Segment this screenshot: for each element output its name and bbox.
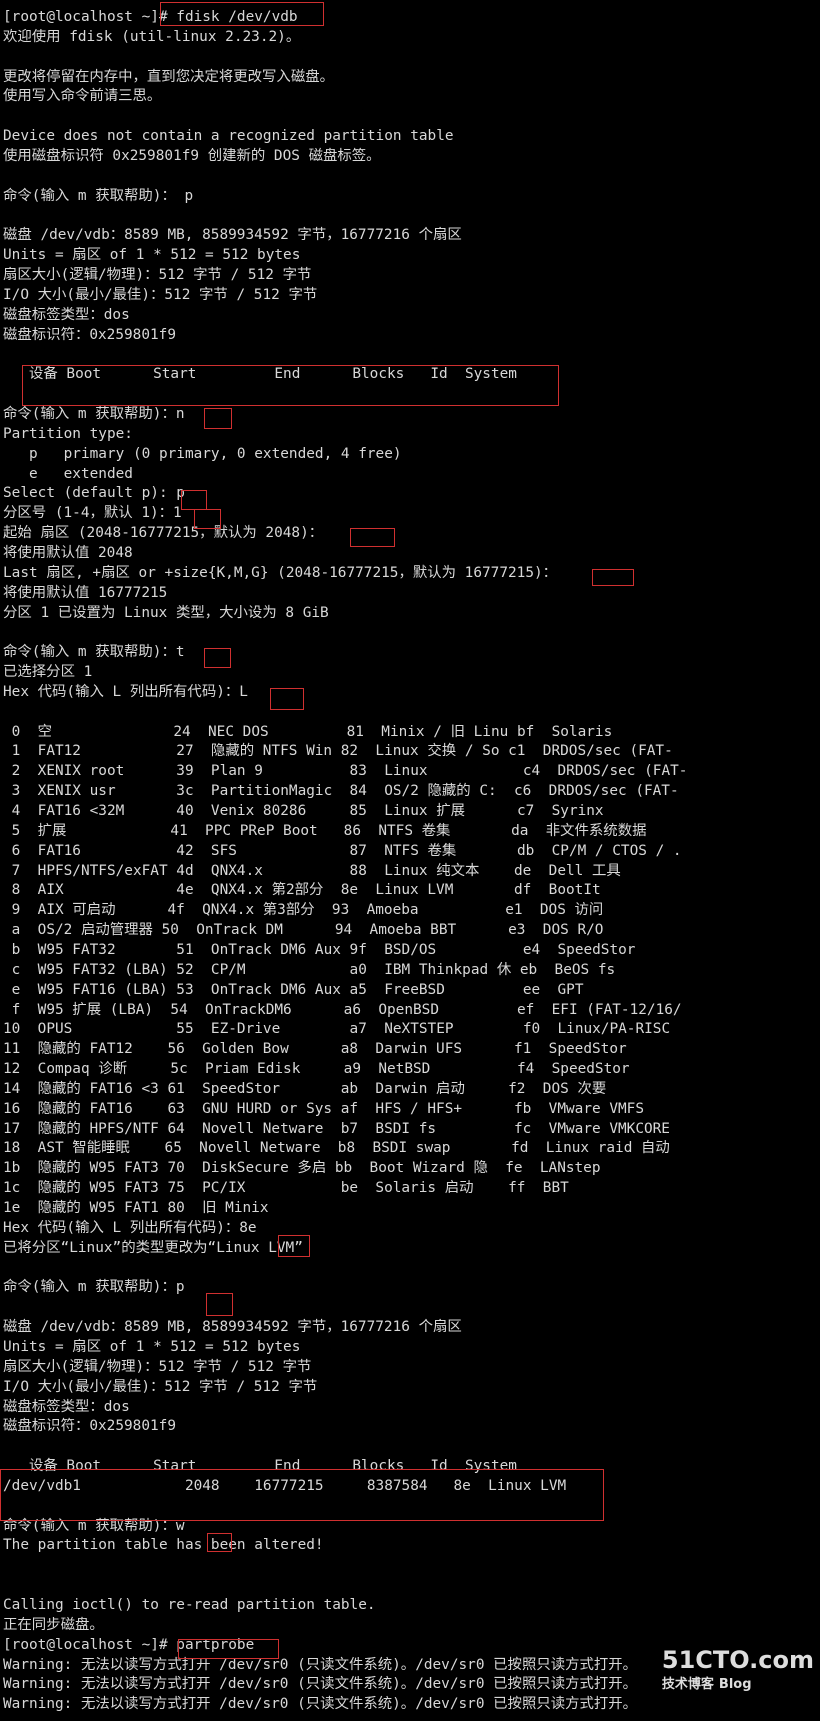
terminal-line: 分区 1 已设置为 Linux 类型，大小设为 8 GiB [3,605,329,621]
terminal-line: 扇区大小(逻辑/物理)：512 字节 / 512 字节 [3,1359,312,1375]
terminal-line: 8 AIX 4e QNX4.x 第2部分 8e Linux LVM df Boo… [3,882,601,898]
terminal-line: Warning: 无法以读写方式打开 /dev/sr0 (只读文件系统)。/de… [3,1676,638,1692]
terminal-line: 0 空 24 NEC DOS 81 Minix / 旧 Linu bf Sola… [3,724,613,740]
terminal-line: 3 XENIX usr 3c PartitionMagic 84 OS/2 隐藏… [3,783,679,799]
terminal-line: 命令(输入 m 获取帮助)：n [3,406,185,422]
terminal-line: 磁盘标识符：0x259801f9 [3,327,176,343]
watermark: 51CTO.com 技术博客 Blog [661,1648,814,1695]
terminal-line: 正在同步磁盘。 [3,1617,104,1633]
terminal-line: The partition table has been altered! [3,1537,324,1553]
terminal-line: 磁盘标签类型：dos [3,1399,130,1415]
terminal-line: 7 HPFS/NTFS/exFAT 4d QNX4.x 88 Linux 纯文本… [3,863,621,879]
terminal-window[interactable]: Warning: 无法以读写方式打开 /dev/sr0 (只读文件系统)。/de… [0,0,820,1721]
terminal-line: 10 OPUS 55 EZ-Drive a7 NeXTSTEP f0 Linux… [3,1021,671,1037]
terminal-line: 1 FAT12 27 隐藏的 NTFS Win 82 Linux 交换 / So… [3,743,673,759]
terminal-line: 1c 隐藏的 W95 FAT3 75 PC/IX be Solaris 启动 f… [3,1180,569,1196]
terminal-line: Warning: 无法以读写方式打开 /dev/sr0 (只读文件系统)。/de… [3,1696,638,1712]
highlight-input-p-select [181,490,207,510]
terminal-line: 磁盘标签类型：dos [3,307,130,323]
terminal-line: 磁盘标识符：0x259801f9 [3,1418,176,1434]
terminal-line: Calling ioctl() to re-read partition tab… [3,1597,376,1613]
highlight-partition-header-1 [22,365,559,406]
terminal-line: 磁盘 /dev/vdb：8589 MB, 8589934592 字节，16777… [3,1319,462,1335]
highlight-command-fdisk [160,2,324,26]
terminal-line: b W95 FAT32 51 OnTrack DM6 Aux 9f BSD/OS… [3,942,636,958]
terminal-line: 磁盘 /dev/vdb：8589 MB, 8589934592 字节，16777… [3,227,462,243]
terminal-line: 命令(输入 m 获取帮助)：p [3,1279,185,1295]
terminal-line: 4 FAT16 <32M 40 Venix 80286 85 Linux 扩展 … [3,803,604,819]
terminal-line: Last 扇区, +扇区 or +size{K,M,G} (2048-16777… [3,565,558,581]
terminal-line: 18 AST 智能睡眠 65 Novell Netware b8 BSDI sw… [3,1140,670,1156]
terminal-line: 将使用默认值 2048 [3,545,133,561]
terminal-line: 6 FAT16 42 SFS 87 NTFS 卷集 db CP/M / CTOS… [3,843,682,859]
terminal-line: 欢迎使用 fdisk (util-linux 2.23.2)。 [3,29,301,45]
highlight-input-partition-number [194,509,221,529]
terminal-line: 2 XENIX root 39 Plan 9 83 Linux c4 DRDOS… [3,763,688,779]
terminal-line: 14 隐藏的 FAT16 <3 61 SpeedStor ab Darwin 启… [3,1081,607,1097]
terminal-line: 16 隐藏的 FAT16 63 GNU HURD or Sys af HFS /… [3,1101,644,1117]
terminal-line: 命令(输入 m 获取帮助)： p [3,188,194,204]
highlight-input-L [270,688,304,710]
terminal-line: I/O 大小(最小/最佳)：512 字节 / 512 字节 [3,1379,318,1395]
terminal-line: 9 AIX 可启动 4f QNX4.x 第3部分 93 Amoeba e1 DO… [3,902,604,918]
terminal-line: Units = 扇区 of 1 * 512 = 512 bytes [3,1339,301,1355]
terminal-line: 扇区大小(逻辑/物理)：512 字节 / 512 字节 [3,267,312,283]
highlight-input-last-sector [592,569,634,586]
highlight-input-8e [278,1235,310,1257]
terminal-line: a OS/2 启动管理器 50 OnTrack DM 94 Amoeba BBT… [3,922,604,938]
terminal-line: e extended [3,466,133,482]
terminal-line: 已将分区“Linux”的类型更改为“Linux LVM” [3,1240,303,1256]
highlight-input-t [204,648,231,668]
terminal-line: 更改将停留在内存中，直到您决定将更改写入磁盘。 [3,69,334,85]
terminal-line: 使用写入命令前请三思。 [3,88,162,104]
terminal-line: p primary (0 primary, 0 extended, 4 free… [3,446,402,462]
terminal-line: 1b 隐藏的 W95 FAT3 70 DiskSecure 多启 bb Boot… [3,1160,601,1176]
terminal-line: 1e 隐藏的 W95 FAT1 80 旧 Minix [3,1200,269,1216]
highlight-input-w [207,1533,232,1552]
terminal-line: 17 隐藏的 HPFS/NTF 64 Novell Netware b7 BSD… [3,1121,670,1137]
highlight-input-p-print [206,1293,233,1316]
terminal-line: Warning: 无法以读写方式打开 /dev/sr0 (只读文件系统)。/de… [3,1657,638,1673]
terminal-line: 分区号 (1-4，默认 1)：1 [3,505,182,521]
highlight-input-n [204,408,232,429]
watermark-blog: Blog [718,1677,752,1692]
terminal-line: Device does not contain a recognized par… [3,128,454,144]
terminal-line: 将使用默认值 16777215 [3,585,168,601]
terminal-line: 5 扩展 41 PPC PReP Boot 86 NTFS 卷集 da 非文件系… [3,823,647,839]
terminal-line: Units = 扇区 of 1 * 512 = 512 bytes [3,247,301,263]
terminal-line: 使用磁盘标识符 0x259801f9 创建新的 DOS 磁盘标签。 [3,148,381,164]
terminal-line: f W95 扩展 (LBA) 54 OnTrackDM6 a6 OpenBSD … [3,1002,682,1018]
terminal-line: 命令(输入 m 获取帮助)：t [3,644,185,660]
terminal-line: Select (default p): p [3,485,185,501]
highlight-input-first-sector [350,528,395,547]
terminal-line: I/O 大小(最小/最佳)：512 字节 / 512 字节 [3,287,318,303]
terminal-line: 起始 扇区 (2048-16777215，默认为 2048)： [3,525,324,541]
terminal-line: Hex 代码(输入 L 列出所有代码)：8e [3,1220,257,1236]
highlight-partition-table-2 [0,1469,604,1521]
terminal-line: 12 Compaq 诊断 5c Priam Edisk a9 NetBSD f4… [3,1061,630,1077]
watermark-sub: 技术博客 [661,1677,714,1692]
terminal-line: e W95 FAT16 (LBA) 53 OnTrack DM6 Aux a5 … [3,982,584,998]
terminal-line: Hex 代码(输入 L 列出所有代码)：L [3,684,248,700]
terminal-line: 已选择分区 1 [3,664,93,680]
terminal-line: 11 隐藏的 FAT12 56 Golden Bow a8 Darwin UFS… [3,1041,627,1057]
terminal-line: Partition type: [3,426,133,442]
terminal-line: c W95 FAT32 (LBA) 52 CP/M a0 IBM Thinkpa… [3,962,616,978]
highlight-command-partprobe [178,1639,279,1659]
watermark-brand: 51CTO.com [661,1646,814,1674]
